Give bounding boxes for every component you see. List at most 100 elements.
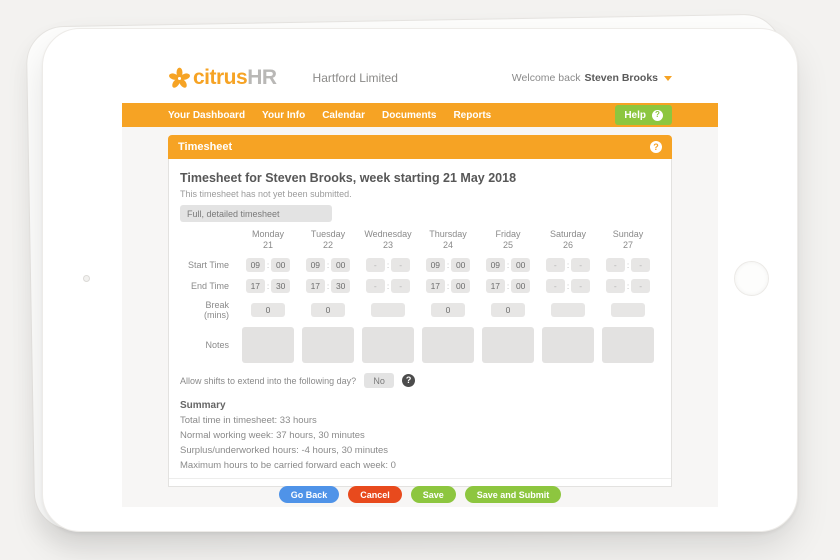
help-button[interactable]: Help ?: [615, 105, 672, 125]
start-time-cell: -:-: [358, 258, 418, 272]
day-column-header: Wednesday23: [358, 229, 418, 251]
end-minute-input[interactable]: -: [391, 279, 410, 293]
end-minute-input[interactable]: 30: [331, 279, 350, 293]
day-header-sunday: Sunday27: [613, 229, 644, 251]
extend-shift-row: Allow shifts to extend into the followin…: [180, 373, 660, 388]
end-minute-input[interactable]: 00: [511, 279, 530, 293]
end-time-cell: 17:00: [418, 279, 478, 293]
cancel-button[interactable]: Cancel: [348, 486, 402, 503]
break-minutes-input[interactable]: [551, 303, 585, 317]
start-minute-input[interactable]: -: [391, 258, 410, 272]
end-hour-input[interactable]: -: [366, 279, 385, 293]
start-minute-input[interactable]: 00: [451, 258, 470, 272]
go-back-button[interactable]: Go Back: [279, 486, 340, 503]
day-date: 23: [364, 240, 411, 251]
start-hour-input[interactable]: 09: [426, 258, 445, 272]
time-colon: :: [327, 281, 329, 291]
chevron-down-icon: [664, 76, 672, 81]
notes-cell: [238, 327, 298, 363]
day-header-thursday: Thursday24: [429, 229, 467, 251]
break-minutes-input[interactable]: 0: [431, 303, 465, 317]
break-cell: [358, 303, 418, 317]
notes-cell: [478, 327, 538, 363]
summary-line: Maximum hours to be carried forward each…: [180, 460, 660, 471]
end-minute-input[interactable]: 30: [271, 279, 290, 293]
end-time-cell: 17:30: [238, 279, 298, 293]
start-minute-input[interactable]: 00: [271, 258, 290, 272]
end-hour-input[interactable]: 17: [246, 279, 265, 293]
break-minutes-input[interactable]: [611, 303, 645, 317]
citrushr-logo[interactable]: citrusHR: [168, 66, 277, 90]
end-hour-input[interactable]: 17: [486, 279, 505, 293]
notes-cell: [598, 327, 658, 363]
notes-textarea[interactable]: [542, 327, 594, 363]
end-minute-input[interactable]: -: [571, 279, 590, 293]
start-hour-input[interactable]: -: [366, 258, 385, 272]
end-hour-input[interactable]: -: [546, 279, 565, 293]
page-body: Timesheet ? Timesheet for Steven Brooks,…: [122, 127, 718, 487]
notes-textarea[interactable]: [482, 327, 534, 363]
end-hour-input[interactable]: 17: [306, 279, 325, 293]
end-hour-input[interactable]: 17: [426, 279, 445, 293]
extend-toggle[interactable]: No: [364, 373, 394, 388]
notes-textarea[interactable]: [302, 327, 354, 363]
end-hour-input[interactable]: -: [606, 279, 625, 293]
row-label-break: Break (mins): [180, 300, 238, 320]
break-cell: 0: [238, 303, 298, 317]
home-button[interactable]: [734, 261, 769, 296]
notes-cell: [298, 327, 358, 363]
break-minutes-input[interactable]: 0: [311, 303, 345, 317]
notes-textarea[interactable]: [422, 327, 474, 363]
start-minute-input[interactable]: 00: [331, 258, 350, 272]
time-colon: :: [387, 260, 389, 270]
end-minute-input[interactable]: -: [631, 279, 650, 293]
day-column-header: Sunday27: [598, 229, 658, 251]
save-button[interactable]: Save: [411, 486, 456, 503]
nav-item-your-dashboard[interactable]: Your Dashboard: [168, 110, 245, 121]
timesheet-row-break: Break (mins) 0 0 0 0: [180, 300, 660, 320]
break-minutes-input[interactable]: [371, 303, 405, 317]
start-hour-input[interactable]: -: [606, 258, 625, 272]
nav-item-calendar[interactable]: Calendar: [322, 110, 365, 121]
action-buttons: Go Back Cancel Save Save and Submit: [180, 479, 660, 507]
nav-item-reports[interactable]: Reports: [453, 110, 491, 121]
end-minute-input[interactable]: 00: [451, 279, 470, 293]
day-column-header: Friday25: [478, 229, 538, 251]
tablet-device: citrusHR Hartford Limited Welcome back S…: [42, 28, 798, 532]
break-minutes-input[interactable]: 0: [251, 303, 285, 317]
notes-textarea[interactable]: [362, 327, 414, 363]
start-minute-input[interactable]: 00: [511, 258, 530, 272]
row-label-start-time: Start Time: [180, 260, 238, 270]
nav-item-documents[interactable]: Documents: [382, 110, 436, 121]
citrus-flower-icon: [168, 67, 191, 90]
break-minutes-input[interactable]: 0: [491, 303, 525, 317]
start-hour-input[interactable]: -: [546, 258, 565, 272]
help-question-icon: ?: [652, 110, 663, 121]
start-hour-input[interactable]: 09: [306, 258, 325, 272]
day-name: Saturday: [550, 229, 586, 240]
save-and-submit-button[interactable]: Save and Submit: [465, 486, 562, 503]
timesheet-view-select[interactable]: Full, detailed timesheet: [180, 205, 332, 222]
notes-cell: [418, 327, 478, 363]
notes-textarea[interactable]: [602, 327, 654, 363]
nav-item-your-info[interactable]: Your Info: [262, 110, 305, 121]
start-minute-input[interactable]: -: [631, 258, 650, 272]
end-time-cell: -:-: [598, 279, 658, 293]
day-column-header: Monday21: [238, 229, 298, 251]
notes-textarea[interactable]: [242, 327, 294, 363]
start-hour-input[interactable]: 09: [486, 258, 505, 272]
start-minute-input[interactable]: -: [571, 258, 590, 272]
panel-help-icon[interactable]: ?: [650, 141, 662, 153]
notes-cell: [358, 327, 418, 363]
extend-help-icon[interactable]: ?: [402, 374, 415, 387]
time-colon: :: [327, 260, 329, 270]
end-time-cell: -:-: [358, 279, 418, 293]
time-colon: :: [627, 260, 629, 270]
timesheet-grid: Monday21Tuesday22Wednesday23Thursday24Fr…: [180, 229, 660, 363]
day-date: 26: [550, 240, 586, 251]
user-menu[interactable]: Welcome back Steven Brooks: [512, 72, 672, 84]
time-colon: :: [627, 281, 629, 291]
start-hour-input[interactable]: 09: [246, 258, 265, 272]
day-column-header: Thursday24: [418, 229, 478, 251]
time-colon: :: [567, 260, 569, 270]
